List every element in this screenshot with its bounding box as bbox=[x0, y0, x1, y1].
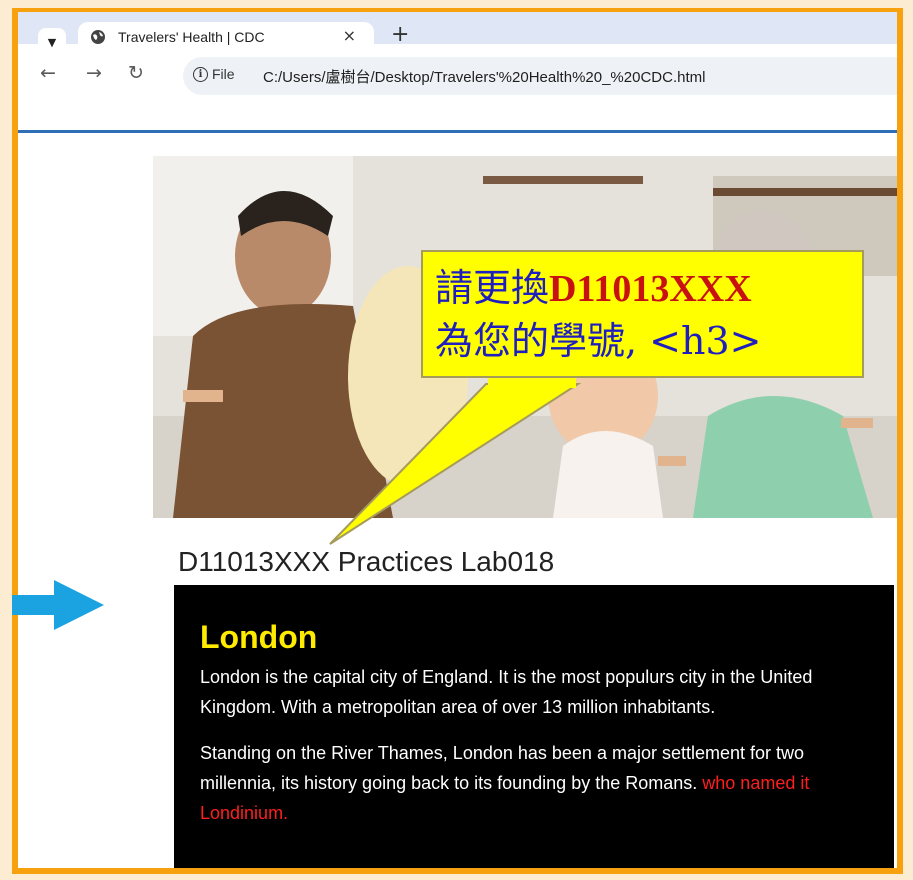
right-arrow-icon bbox=[12, 580, 104, 630]
card-paragraph-2: Standing on the River Thames, London has… bbox=[200, 738, 868, 828]
page-divider bbox=[18, 130, 897, 133]
tab-title: Travelers' Health | CDC bbox=[118, 29, 265, 45]
address-bar[interactable]: i File C:/Users/盧樹台/Desktop/Travelers'%2… bbox=[183, 57, 897, 95]
back-arrow-icon[interactable]: ← bbox=[40, 62, 56, 84]
callout-pointer bbox=[329, 378, 582, 545]
browser-window: ▼ Travelers' Health | CDC × + ← → ↻ i Fi… bbox=[12, 8, 903, 874]
tab-strip: ▼ Travelers' Health | CDC × + bbox=[18, 12, 897, 56]
site-info-chip[interactable]: i File bbox=[193, 66, 235, 82]
card-title: London bbox=[200, 619, 318, 655]
page-title: D11013XXX Practices Lab018 bbox=[178, 546, 555, 577]
plus-icon[interactable]: + bbox=[391, 22, 409, 47]
file-label: File bbox=[212, 66, 235, 82]
tab-active[interactable]: Travelers' Health | CDC × bbox=[78, 22, 374, 52]
callout-line-2: 為您的學號, <h3> bbox=[435, 319, 762, 363]
reload-icon[interactable]: ↻ bbox=[128, 62, 144, 84]
card-paragraph-1: London is the capital city of England. I… bbox=[200, 667, 813, 717]
instruction-callout: 請更換D11013XXX 為您的學號, <h3> bbox=[421, 250, 864, 378]
url-text[interactable]: C:/Users/盧樹台/Desktop/Travelers'%20Health… bbox=[263, 66, 705, 87]
london-card: London London is the capital city of Eng… bbox=[174, 585, 894, 868]
close-icon[interactable]: × bbox=[343, 26, 356, 45]
globe-icon bbox=[91, 30, 105, 44]
toolbar: ← → ↻ i File C:/Users/盧樹台/Desktop/Travel… bbox=[18, 52, 897, 100]
callout-line-1: 請更換D11013XXX bbox=[435, 262, 852, 315]
forward-arrow-icon[interactable]: → bbox=[86, 62, 102, 84]
info-icon: i bbox=[193, 66, 208, 82]
callout-line-1-prefix: 請更換 bbox=[435, 266, 550, 310]
callout-student-id: D11013XXX bbox=[549, 268, 752, 310]
